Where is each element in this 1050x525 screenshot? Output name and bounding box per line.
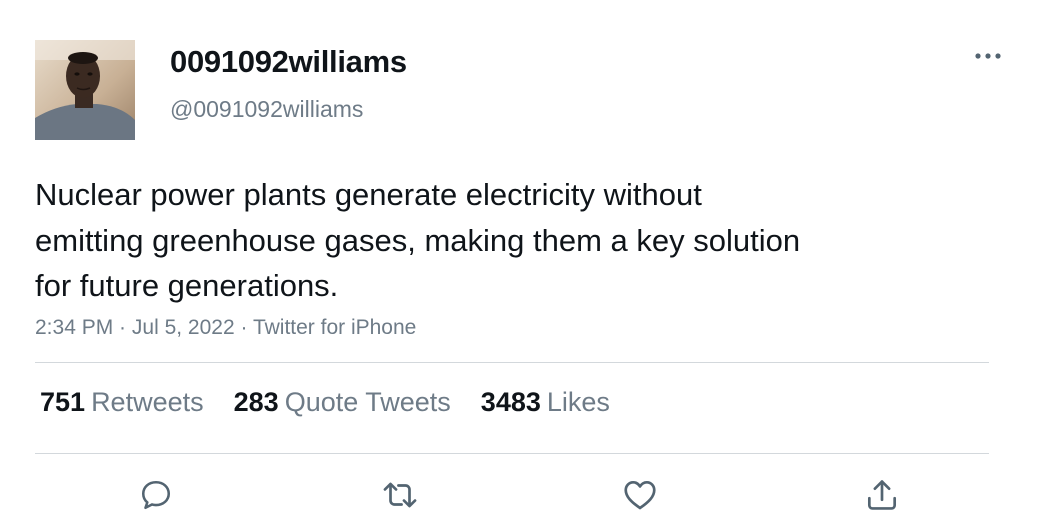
tweet-text-line: emitting greenhouse gases, making them a… [35,222,801,258]
meta-separator: · [113,316,132,339]
reply-icon [141,480,171,510]
likes-label: Likes [546,387,610,417]
retweet-icon [383,482,417,508]
tweet-text: Nuclear power plants generate electricit… [35,172,935,309]
avatar[interactable] [35,40,135,140]
retweet-button[interactable] [378,473,422,517]
reply-button[interactable] [134,473,178,517]
tweet-time[interactable]: 2:34 PM [35,316,113,339]
tweet-meta: 2:34 PM · Jul 5, 2022 · Twitter for iPho… [35,316,416,340]
retweets-count: 751 [40,387,86,417]
more-horizontal-icon [975,53,1001,59]
share-button[interactable] [860,473,904,517]
quote-tweets-label: Quote Tweets [284,387,451,417]
user-handle[interactable]: @0091092williams [170,96,363,123]
more-options-button[interactable] [964,40,1012,72]
likes-stat[interactable]: 3483 Likes [481,387,610,418]
like-icon [624,480,656,510]
retweets-stat[interactable]: 751 Retweets [40,387,204,418]
quote-tweets-stat[interactable]: 283 Quote Tweets [234,387,451,418]
tweet-stats: 751 Retweets 283 Quote Tweets 3483 Likes [40,387,640,418]
retweets-label: Retweets [91,387,204,417]
tweet-source[interactable]: Twitter for iPhone [253,316,416,339]
tweet-date[interactable]: Jul 5, 2022 [132,316,235,339]
tweet-text-line: Nuclear power plants generate electricit… [35,177,702,212]
quote-tweets-count: 283 [233,387,279,417]
divider [35,453,989,454]
display-name[interactable]: 0091092williams [170,44,407,80]
profile-photo [35,40,135,140]
likes-count: 3483 [480,387,541,417]
like-button[interactable] [618,473,662,517]
tweet-text-line: for future generations. [35,268,339,303]
meta-separator: · [234,316,253,339]
share-icon [867,480,897,510]
divider [35,362,989,363]
